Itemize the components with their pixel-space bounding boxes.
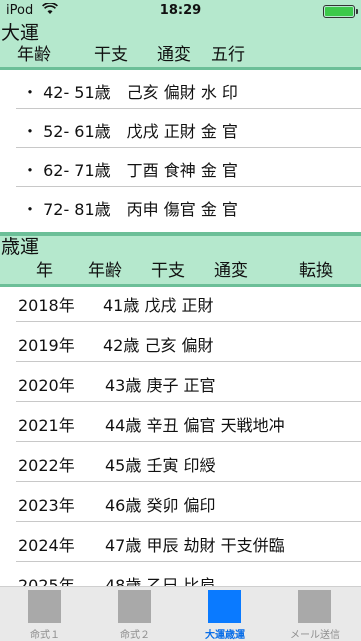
clock: 18:29 (159, 3, 202, 18)
saiun-row-detail: 45歳 壬寅 印綬 (105, 456, 216, 475)
saiun-row-detail: 47歳 甲辰 劫財 干支併臨 (105, 536, 285, 555)
saiun-col-age: 年齢 (88, 261, 122, 281)
daiun-header: 大運 年齢 干支 通変 五行 (0, 22, 361, 70)
saiun-row[interactable]: 2022年 45歳 壬寅 印綬 (0, 442, 361, 482)
daiun-row[interactable]: ・ 72- 81歳 丙申 傷官 金 官 (0, 187, 361, 226)
saiun-row[interactable]: 2021年 44歳 辛丑 偏官 天戦地冲 (0, 402, 361, 442)
saiun-col-kanshi: 干支 (151, 261, 185, 281)
saiun-row-detail: 41歳 戊戌 正財 (103, 296, 214, 315)
saiun-row-detail: 44歳 辛丑 偏官 天戦地冲 (105, 416, 285, 435)
tab-bar: 命式１ 命式２ 大運歳運 メール送信 (0, 586, 361, 641)
saiun-col-tenkan: 転換 (299, 261, 333, 281)
daiun-row[interactable]: ・ 42- 51歳 己亥 偏財 水 印 (0, 70, 361, 109)
daiun-col-tsuhen: 通変 (157, 45, 191, 65)
battery-icon (323, 5, 358, 18)
saiun-col-year: 年 (36, 261, 53, 281)
saiun-row-detail: 43歳 庚子 正官 (105, 376, 216, 395)
saiun-header: 歳運 年 年齢 干支 通変 転換 (0, 232, 361, 287)
status-bar: iPod 18:29 (0, 0, 361, 22)
tab-meishiki-2-label: 命式２ (120, 630, 150, 641)
tab-meishiki-1-icon (28, 590, 61, 623)
saiun-row-year: 2020年 (18, 376, 75, 395)
tab-daiun-saiun-label: 大運歳運 (205, 630, 245, 641)
saiun-row-year: 2018年 (18, 296, 75, 315)
daiun-row-text: ・ 62- 71歳 丁酉 食神 金 官 (22, 161, 238, 180)
daiun-row[interactable]: ・ 52- 61歳 戊戌 正財 金 官 (0, 109, 361, 148)
tab-daiun-saiun[interactable]: 大運歳運 (180, 587, 270, 641)
daiun-row-text: ・ 42- 51歳 己亥 偏財 水 印 (22, 83, 238, 102)
saiun-row-year: 2023年 (18, 496, 75, 515)
tab-mail-label: メール送信 (290, 630, 340, 641)
saiun-row-year: 2024年 (18, 536, 75, 555)
saiun-row-year: 2021年 (18, 416, 75, 435)
saiun-title: 歳運 (1, 236, 40, 258)
daiun-col-kanshi: 干支 (94, 45, 128, 65)
tab-mail[interactable]: メール送信 (270, 587, 360, 641)
tab-meishiki-2-icon (118, 590, 151, 623)
tab-meishiki-1-label: 命式１ (30, 630, 60, 641)
daiun-col-gogyo: 五行 (211, 45, 245, 65)
saiun-row[interactable]: 2019年 42歳 己亥 偏財 (0, 322, 361, 362)
saiun-row-detail: 46歳 癸卯 偏印 (105, 496, 216, 515)
tab-meishiki-2[interactable]: 命式２ (90, 587, 180, 641)
saiun-row-detail: 42歳 己亥 偏財 (103, 336, 214, 355)
saiun-row[interactable]: 2023年 46歳 癸卯 偏印 (0, 482, 361, 522)
tab-meishiki-1[interactable]: 命式１ (0, 587, 90, 641)
daiun-row[interactable]: ・ 62- 71歳 丁酉 食神 金 官 (0, 148, 361, 187)
tab-mail-icon (298, 590, 331, 623)
saiun-col-tsuhen: 通変 (214, 261, 248, 281)
saiun-row-year: 2019年 (18, 336, 75, 355)
saiun-row-year: 2022年 (18, 456, 75, 475)
tab-daiun-saiun-icon (208, 590, 241, 623)
saiun-row[interactable]: 2024年 47歳 甲辰 劫財 干支併臨 (0, 522, 361, 562)
daiun-row-text: ・ 52- 61歳 戊戌 正財 金 官 (22, 122, 238, 141)
daiun-row-text: ・ 72- 81歳 丙申 傷官 金 官 (22, 200, 238, 219)
saiun-row[interactable]: 2020年 43歳 庚子 正官 (0, 362, 361, 402)
daiun-col-age: 年齢 (17, 45, 51, 65)
daiun-title: 大運 (1, 22, 40, 44)
saiun-row[interactable]: 2018年 41歳 戊戌 正財 (0, 282, 361, 322)
